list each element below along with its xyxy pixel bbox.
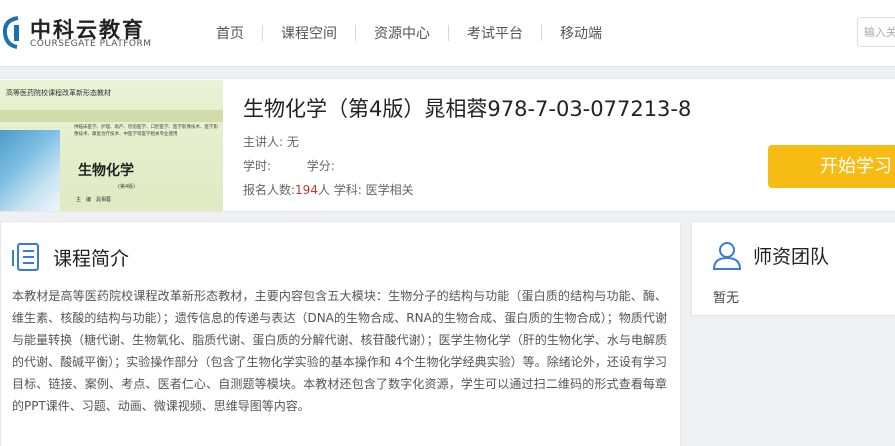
nav-mobile[interactable]: 移动端: [542, 23, 620, 43]
course-info: 高等医药院校课程改革新形态教材 供临床医学、护理、助产、检验医学、口腔医学、医学…: [0, 78, 895, 212]
cover-edition: (第4版): [118, 184, 136, 190]
cover-series-text: 高等医药院校课程改革新形态教材: [6, 89, 111, 97]
user-icon: [712, 242, 742, 270]
hours-label: 学时:: [243, 159, 272, 173]
hours-credits-row: 学时: 学分:: [243, 157, 335, 174]
document-list-icon: [12, 243, 39, 271]
intro-title: 课程简介: [53, 247, 130, 270]
nav-course-space[interactable]: 课程空间: [263, 23, 355, 43]
team-title: 师资团队: [753, 245, 830, 268]
nav-exam-platform[interactable]: 考试平台: [449, 23, 541, 43]
cover-description: 供临床医学、护理、助产、检验医学、口腔医学、医学影像技术、医学影像技术、康复治疗…: [74, 125, 218, 137]
intro-text: 本教材是高等医药院校课程改革新形态教材，主要内容包含五大模块：生物分子的结构与功…: [12, 289, 667, 413]
team-header: 师资团队: [712, 240, 829, 270]
logo[interactable]: 中科云教育 COURSEGATE PLATFORM: [2, 12, 167, 54]
nav-home[interactable]: 首页: [198, 23, 262, 43]
subject-value: 医学相关: [365, 183, 414, 197]
enroll-label: 报名人数:: [243, 183, 296, 197]
logo-subtext: COURSEGATE PLATFORM: [30, 39, 152, 49]
main-nav: 首页 课程空间 资源中心 考试平台 移动端: [198, 0, 620, 66]
cover-title: 生物化学: [78, 163, 134, 179]
credits-label: 学分:: [306, 159, 335, 173]
lecturer-row: 主讲人: 无: [243, 133, 299, 150]
start-learning-button[interactable]: 开始学习: [768, 145, 895, 188]
subject-label: 学科:: [333, 183, 362, 197]
nav-resource-center[interactable]: 资源中心: [356, 23, 448, 43]
cover-editor: 主 编 晁相蓉: [76, 197, 112, 203]
course-title: 生物化学（第4版）晁相蓉978-7-03-077213-8: [243, 97, 692, 121]
course-cover-image[interactable]: 高等医药院校课程改革新形态教材 供临床医学、护理、助产、检验医学、口腔医学、医学…: [0, 80, 223, 211]
cover-stripe: [0, 110, 223, 122]
lecturer-value: 无: [286, 135, 299, 149]
top-header: 中科云教育 COURSEGATE PLATFORM 首页 课程空间 资源中心 考…: [0, 0, 895, 67]
cover-illustration: [0, 130, 60, 211]
course-intro-panel: 课程简介 本教材是高等医药院校课程改革新形态教材，主要内容包含五大模块：生物分子…: [0, 221, 681, 446]
enroll-unit: 人: [317, 183, 330, 197]
teacher-team-panel: 师资团队 暂无: [691, 221, 895, 316]
intro-header: 课程简介: [12, 242, 129, 272]
enroll-row: 报名人数:194人 学科: 医学相关: [243, 181, 414, 198]
enroll-count: 194: [295, 183, 318, 197]
team-empty-text: 暂无: [713, 291, 740, 306]
lecturer-label: 主讲人:: [243, 135, 284, 149]
logo-mark-icon: [2, 16, 19, 49]
search-input[interactable]: [857, 17, 895, 47]
